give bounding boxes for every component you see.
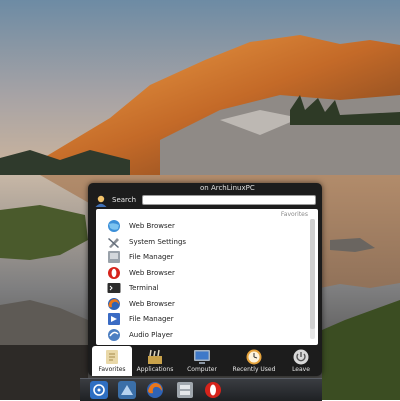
user-avatar-icon (95, 195, 107, 207)
favorite-item-label: File Manager (129, 315, 174, 323)
globe-icon (108, 220, 120, 232)
favorite-item-label: Web Browser (129, 299, 175, 308)
launcher-tab-bar: Favorites Applications Computer Recently… (88, 346, 322, 376)
tab-label: Applications (136, 366, 174, 373)
tab-label: Leave (292, 366, 310, 373)
firefox-icon[interactable] (146, 381, 164, 399)
favorite-item-system-settings[interactable]: System Settings (106, 235, 306, 249)
favorite-item-label: File Manager (129, 253, 174, 261)
favorite-item-opera-browser[interactable]: Web Browser (106, 266, 306, 280)
favorite-item-audio-player[interactable]: Audio Player (106, 328, 306, 342)
tools-icon (108, 237, 119, 248)
kde-launcher-icon[interactable] (90, 381, 108, 399)
clock-icon (246, 349, 262, 365)
favorite-item-web-browser[interactable]: Web Browser (106, 219, 306, 233)
favorites-panel: Favorites Web Browser System Settings Fi… (96, 209, 318, 345)
user-host-label: on ArchLinuxPC (200, 184, 255, 192)
tab-label: Recently Used (232, 366, 276, 373)
opera-icon (108, 266, 120, 279)
favorites-icon (106, 350, 118, 364)
favorite-item-firefox-browser[interactable]: Web Browser (106, 297, 306, 311)
menu-header: on ArchLinuxPC Search (88, 183, 322, 212)
audio-player-icon (108, 328, 120, 341)
tab-label: Computer (187, 366, 217, 373)
scrollbar-thumb[interactable] (310, 219, 315, 329)
file-manager-icon (108, 313, 120, 325)
terminal-icon (107, 283, 121, 293)
power-icon (293, 349, 309, 365)
tab-leave[interactable]: Leave (284, 346, 318, 376)
opera-icon[interactable] (204, 381, 222, 399)
search-label: Search (112, 196, 137, 204)
favorites-panel-title: Favorites (280, 211, 308, 218)
favorite-item-file-manager-2[interactable]: File Manager (106, 312, 306, 326)
search-input[interactable] (142, 195, 316, 205)
firefox-icon (108, 297, 120, 310)
favorite-item-label: Audio Player (129, 330, 173, 339)
tab-favorites[interactable]: Favorites (92, 346, 132, 376)
favorite-item-label: System Settings (129, 237, 187, 246)
favorite-item-label: Web Browser (129, 222, 175, 230)
applications-icon (148, 349, 162, 364)
tab-recently-used[interactable]: Recently Used (226, 346, 282, 376)
tab-label: Favorites (98, 366, 126, 373)
file-manager-icon[interactable] (176, 381, 194, 399)
tab-computer[interactable]: Computer (180, 346, 224, 376)
favorite-item-label: Terminal (129, 284, 159, 292)
favorite-item-terminal[interactable]: Terminal (106, 281, 306, 295)
favorite-item-label: Web Browser (129, 268, 175, 277)
taskbar (80, 378, 322, 401)
tab-applications[interactable]: Applications (132, 346, 178, 376)
computer-icon (194, 350, 210, 364)
file-manager-icon (108, 251, 120, 263)
favorites-scrollbar[interactable] (310, 219, 315, 339)
favorite-item-file-manager[interactable]: File Manager (106, 250, 306, 264)
application-launcher-menu: on ArchLinuxPC Search Favorites Web Brow… (88, 183, 322, 376)
network-icon[interactable] (118, 381, 136, 399)
